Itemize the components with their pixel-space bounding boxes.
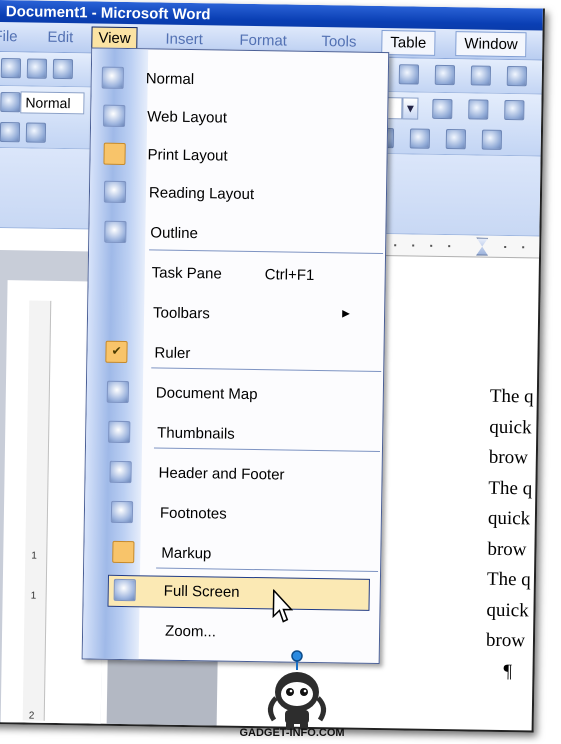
document-line: quick xyxy=(486,599,529,621)
vertical-ruler-mark: 2 xyxy=(28,710,35,722)
outline-icon xyxy=(104,220,127,244)
menu-item-print-layout[interactable]: Print Layout xyxy=(90,136,387,177)
numbering-icon[interactable] xyxy=(481,129,503,150)
document-line: The q xyxy=(489,385,534,408)
menu-item-label: Print Layout xyxy=(147,146,228,165)
reading-layout-icon xyxy=(103,180,127,204)
menu-format[interactable]: Format xyxy=(239,32,287,50)
menu-item-zoom[interactable]: Zoom... xyxy=(83,612,380,653)
redo-icon[interactable] xyxy=(506,65,528,87)
submenu-arrow-icon: ▶ xyxy=(342,308,350,320)
style-select[interactable]: Normal xyxy=(20,91,85,115)
bullets-icon[interactable] xyxy=(445,129,467,150)
ruler-tick xyxy=(430,244,433,247)
chevron-down-icon[interactable]: ▼ xyxy=(402,97,419,120)
menu-table[interactable]: Table xyxy=(381,29,436,56)
menu-item-label: Reading Layout xyxy=(148,184,255,204)
menu-item-toolbars[interactable]: Toolbars ▶ xyxy=(88,294,385,335)
footnotes-icon xyxy=(110,500,134,524)
menu-item-full-screen[interactable]: Full Screen xyxy=(83,572,380,613)
ruler-tick xyxy=(522,246,525,249)
menu-item-label: Outline xyxy=(150,224,199,243)
vertical-ruler-mark: 1 xyxy=(31,550,37,562)
workspace-background xyxy=(106,651,218,733)
document-line: brow xyxy=(485,629,526,652)
menu-file[interactable]: File xyxy=(0,28,18,45)
menu-item-label: Document Map xyxy=(155,384,258,404)
menu-item-document-map[interactable]: Document Map xyxy=(87,374,384,415)
menu-item-task-pane[interactable]: Task Pane Ctrl+F1 xyxy=(88,254,385,295)
menu-tools[interactable]: Tools xyxy=(321,33,356,51)
format-painter-icon[interactable] xyxy=(434,64,456,86)
menu-item-label: Thumbnails xyxy=(157,424,235,443)
document-line: The q xyxy=(488,477,533,499)
menu-item-normal[interactable]: Normal xyxy=(91,60,388,101)
undo-icon[interactable] xyxy=(470,65,492,86)
insert-table-icon[interactable] xyxy=(25,122,47,143)
horizontal-ruler[interactable] xyxy=(364,233,545,259)
menu-item-label: Markup xyxy=(161,544,212,563)
checkmark-icon: ✔ xyxy=(105,340,128,364)
web-layout-icon xyxy=(103,104,126,127)
document-line: brow xyxy=(488,446,529,469)
ruler-tick xyxy=(394,244,397,247)
view-menu-dropdown: Normal Web Layout Print Layout Reading L… xyxy=(81,47,390,665)
menu-item-header-footer[interactable]: Header and Footer xyxy=(85,454,382,495)
menu-item-label: Ruler xyxy=(154,344,191,363)
vertical-ruler-mark: 1 xyxy=(30,590,37,602)
menu-item-label: Footnotes xyxy=(159,504,227,523)
watermark-text: GADGET-INFO.COM xyxy=(239,727,345,739)
indent-marker[interactable] xyxy=(476,238,488,256)
menu-item-label: Header and Footer xyxy=(158,464,285,484)
menu-item-label: Toolbars xyxy=(152,304,210,323)
bold-icon[interactable] xyxy=(432,98,453,120)
window-title: Document1 - Microsoft Word xyxy=(5,3,211,24)
menu-item-label: Web Layout xyxy=(147,108,228,127)
underline-icon[interactable] xyxy=(504,99,525,121)
document-map-icon xyxy=(106,380,130,404)
word-window: Document1 - Microsoft Word File Edit Vie… xyxy=(0,0,545,733)
document-line: The q xyxy=(486,568,531,591)
menu-insert[interactable]: Insert xyxy=(165,31,203,49)
menu-item-outline[interactable]: Outline xyxy=(89,214,386,255)
markup-icon xyxy=(112,540,135,564)
menu-item-web-layout[interactable]: Web Layout xyxy=(91,98,388,139)
document-line: quick xyxy=(489,416,532,438)
draw-table-icon[interactable] xyxy=(0,122,21,143)
menu-item-label: Task Pane xyxy=(151,264,222,283)
menu-shortcut: Ctrl+F1 xyxy=(264,266,315,284)
normal-view-icon xyxy=(101,66,124,89)
new-document-icon[interactable] xyxy=(0,58,22,79)
italic-icon[interactable] xyxy=(468,99,489,120)
styles-pane-icon[interactable] xyxy=(0,92,21,113)
header-footer-icon xyxy=(109,460,132,484)
paragraph-mark: ¶ xyxy=(503,660,513,682)
print-layout-icon xyxy=(103,142,126,165)
open-icon[interactable] xyxy=(26,58,48,79)
menu-item-reading-layout[interactable]: Reading Layout xyxy=(90,174,387,215)
menu-window[interactable]: Window xyxy=(455,31,527,58)
menu-edit[interactable]: Edit xyxy=(47,29,73,46)
menu-item-label: Normal xyxy=(145,70,195,89)
document-line: quick xyxy=(487,507,531,530)
save-icon[interactable] xyxy=(52,58,74,80)
full-screen-icon xyxy=(113,578,136,602)
mouse-cursor-icon xyxy=(272,589,294,623)
ruler-tick xyxy=(504,245,507,248)
thumbnails-icon xyxy=(108,420,131,444)
menu-item-label: Zoom... xyxy=(164,622,217,641)
ruler-tick xyxy=(448,245,451,248)
ruler-tick xyxy=(412,244,415,247)
document-body[interactable]: The q quick brow The q quick brow The q … xyxy=(485,382,534,688)
menu-item-label: Full Screen xyxy=(163,582,240,601)
align-center-icon[interactable] xyxy=(409,128,431,149)
menu-item-footnotes[interactable]: Footnotes xyxy=(85,494,382,535)
paste-icon[interactable] xyxy=(398,64,420,85)
document-line: brow xyxy=(487,538,527,560)
